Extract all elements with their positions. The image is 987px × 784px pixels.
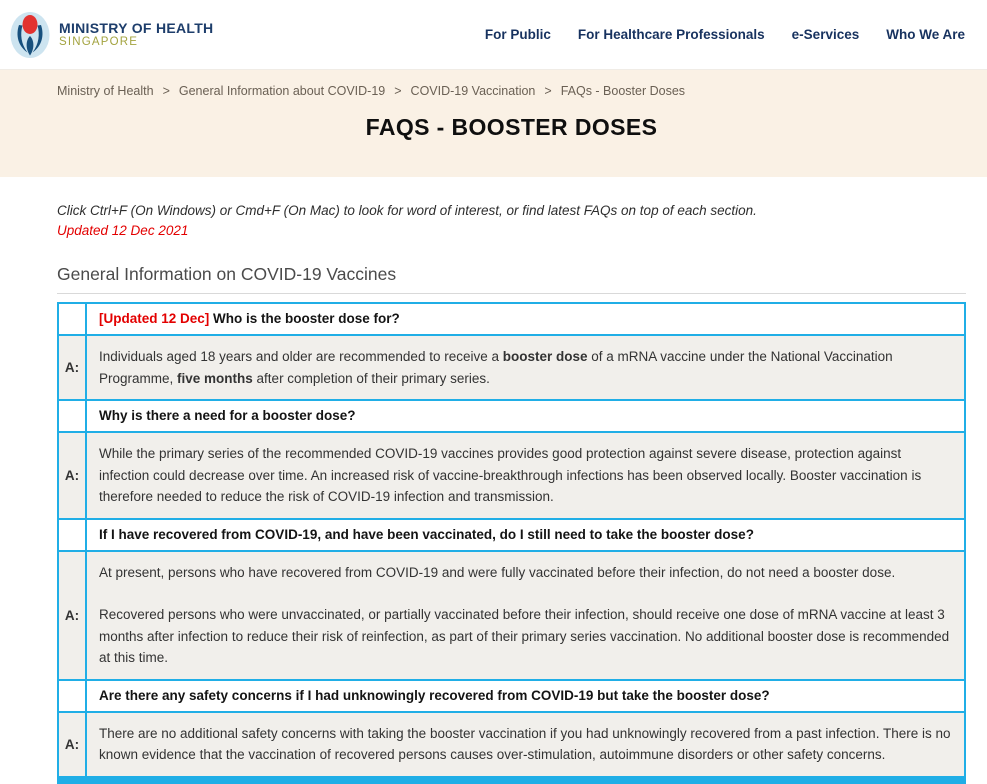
main-nav: For Public For Healthcare Professionals e-… <box>485 27 965 42</box>
answer-paragraph: There are no additional safety concerns … <box>99 723 952 766</box>
question-text: Are there any safety concerns if I had u… <box>99 688 770 703</box>
answer-paragraph: Recovered persons who were unvaccinated,… <box>99 604 952 669</box>
question-text: Who is the booster dose for? <box>213 311 400 326</box>
faq-question-row: If I have recovered from COVID-19, and h… <box>58 519 965 551</box>
nav-for-public[interactable]: For Public <box>485 27 551 42</box>
question-cell: Are there any safety concerns if I had u… <box>86 680 965 712</box>
section-divider <box>57 293 966 294</box>
breadcrumb-separator: > <box>544 84 551 98</box>
answer-cell: At present, persons who have recovered f… <box>86 551 965 680</box>
logo-subtitle: SINGAPORE <box>59 36 213 49</box>
nav-who-we-are[interactable]: Who We Are <box>886 27 965 42</box>
question-spacer-cell <box>58 519 86 551</box>
breadcrumb-item[interactable]: General Information about COVID-19 <box>179 84 385 98</box>
breadcrumb: Ministry of Health > General Information a… <box>57 84 966 98</box>
faq-answer-row: A: At present, persons who have recovered… <box>58 551 965 680</box>
answer-label: A: <box>58 335 86 400</box>
hero-band: Ministry of Health > General Information a… <box>0 70 987 177</box>
breadcrumb-separator: > <box>394 84 401 98</box>
breadcrumb-item[interactable]: COVID-19 Vaccination <box>411 84 536 98</box>
answer-paragraph: While the primary series of the recommen… <box>99 443 952 508</box>
nav-for-healthcare-professionals[interactable]: For Healthcare Professionals <box>578 27 765 42</box>
answer-paragraph: Individuals aged 18 years and older are … <box>99 346 952 389</box>
search-hint-note: Click Ctrl+F (On Windows) or Cmd+F (On M… <box>57 203 966 218</box>
answer-label: A: <box>58 712 86 777</box>
question-cell: If I have recovered from COVID-19, and h… <box>86 519 965 551</box>
faq-question-row: Why is there a need for a booster dose? <box>58 400 965 432</box>
moh-logo[interactable]: MINISTRY OF HEALTH SINGAPORE <box>10 11 213 59</box>
moh-flower-icon <box>10 11 50 59</box>
faq-answer-row: A: There are no additional safety concern… <box>58 712 965 777</box>
faq-table-body: [Updated 12 Dec] Who is the booster dose… <box>58 303 965 777</box>
nav-e-services[interactable]: e-Services <box>792 27 860 42</box>
question-spacer-cell <box>58 400 86 432</box>
site-header: MINISTRY OF HEALTH SINGAPORE For PublicF… <box>0 0 987 70</box>
question-text: If I have recovered from COVID-19, and h… <box>99 527 754 542</box>
answer-paragraph: At present, persons who have recovered f… <box>99 562 952 584</box>
question-spacer-cell <box>58 680 86 712</box>
question-cell: Why is there a need for a booster dose? <box>86 400 965 432</box>
faq-answer-row: A: Individuals aged 18 years and older ar… <box>58 335 965 400</box>
answer-cell: Individuals aged 18 years and older are … <box>86 335 965 400</box>
question-spacer-cell <box>58 303 86 335</box>
breadcrumb-item[interactable]: Ministry of Health <box>57 84 154 98</box>
logo-title: MINISTRY OF HEALTH <box>59 20 213 36</box>
updated-tag: [Updated 12 Dec] <box>99 311 213 326</box>
answer-cell: There are no additional safety concerns … <box>86 712 965 777</box>
page-title: FAQS - BOOSTER DOSES <box>57 114 966 141</box>
updated-date: Updated 12 Dec 2021 <box>57 223 966 238</box>
faq-question-row: Are there any safety concerns if I had u… <box>58 680 965 712</box>
section-heading: General Information on COVID-19 Vaccines <box>57 264 966 285</box>
question-text: Why is there a need for a booster dose? <box>99 408 356 423</box>
answer-label: A: <box>58 551 86 680</box>
answer-label: A: <box>58 432 86 519</box>
faq-answer-row: A:While the primary series of the recomm… <box>58 432 965 519</box>
faq-question-row: [Updated 12 Dec] Who is the booster dose… <box>58 303 965 335</box>
question-cell: [Updated 12 Dec] Who is the booster dose… <box>86 303 965 335</box>
faq-table: [Updated 12 Dec] Who is the booster dose… <box>57 302 966 778</box>
answer-cell: While the primary series of the recommen… <box>86 432 965 519</box>
breadcrumb-separator: > <box>163 84 170 98</box>
breadcrumb-item: FAQs - Booster Doses <box>561 84 685 98</box>
table-bottom-edge <box>57 778 966 784</box>
main-content: Click Ctrl+F (On Windows) or Cmd+F (On M… <box>0 203 987 784</box>
